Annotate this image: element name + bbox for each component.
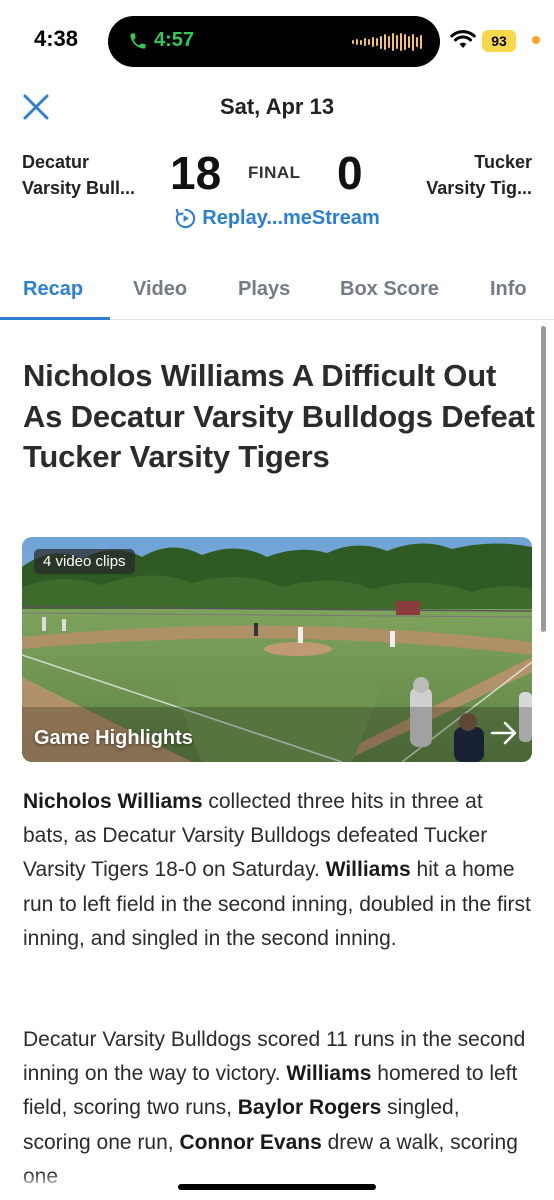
player-name[interactable]: Williams [326,858,411,881]
battery-indicator: 93 [482,30,516,52]
home-team-line2: Varsity Bull... [22,178,136,198]
home-team-line1: Decatur [22,152,90,172]
article-paragraph-1: Nicholos Williams collected three hits i… [23,785,533,956]
game-highlights-video-card[interactable]: 4 video clips Game Highlights [22,537,532,762]
tab-box-score[interactable]: Box Score [340,278,439,301]
away-team-name[interactable]: Tucker Varsity Tig... [426,149,532,201]
phone-icon [130,33,146,48]
tab-video[interactable]: Video [133,278,187,301]
game-status: FINAL [248,163,301,182]
player-name[interactable]: Williams [286,1062,371,1085]
game-date-title: Sat, Apr 13 [219,94,335,119]
player-name[interactable]: Connor Evans [179,1131,321,1154]
article-paragraph-2: Decatur Varsity Bulldogs scored 11 runs … [23,1023,533,1194]
scrollbar[interactable] [541,326,546,632]
status-bar: 4:38 4:57 93 [0,0,554,84]
tab-plays[interactable]: Plays [238,278,290,301]
replay-label: Replay...meStream [202,207,380,229]
player-name[interactable]: Baylor Rogers [238,1096,382,1119]
tab-recap[interactable]: Recap [23,278,83,301]
home-team-name[interactable]: Decatur Varsity Bull... [22,149,135,201]
home-score: 18 [170,147,222,199]
dynamic-island[interactable]: 4:57 [108,16,440,67]
replay-link[interactable]: Replay...meStream [0,207,554,230]
call-duration: 4:57 [154,29,195,51]
tab-info[interactable]: Info [490,278,527,301]
wifi-icon [450,30,476,48]
audio-waveform-icon [352,33,422,51]
away-team-line1: Tucker [474,152,532,172]
privacy-indicator-dot [532,36,540,44]
arrow-right-icon[interactable] [490,720,518,746]
away-team-line2: Varsity Tig... [426,178,532,198]
player-name[interactable]: Nicholos Williams [23,790,203,813]
replay-icon [176,208,196,229]
home-indicator[interactable] [178,1184,376,1190]
status-time: 4:38 [34,26,79,51]
article-headline: Nicholos Williams A Difficult Out As Dec… [23,358,535,474]
active-call-indicator[interactable]: 4:57 [128,29,194,52]
away-score: 0 [337,147,363,199]
tab-bar: Recap Video Plays Box Score Info [0,266,554,320]
active-tab-indicator [0,317,110,320]
video-title: Game Highlights [34,727,193,749]
video-clips-badge: 4 video clips [34,549,135,574]
